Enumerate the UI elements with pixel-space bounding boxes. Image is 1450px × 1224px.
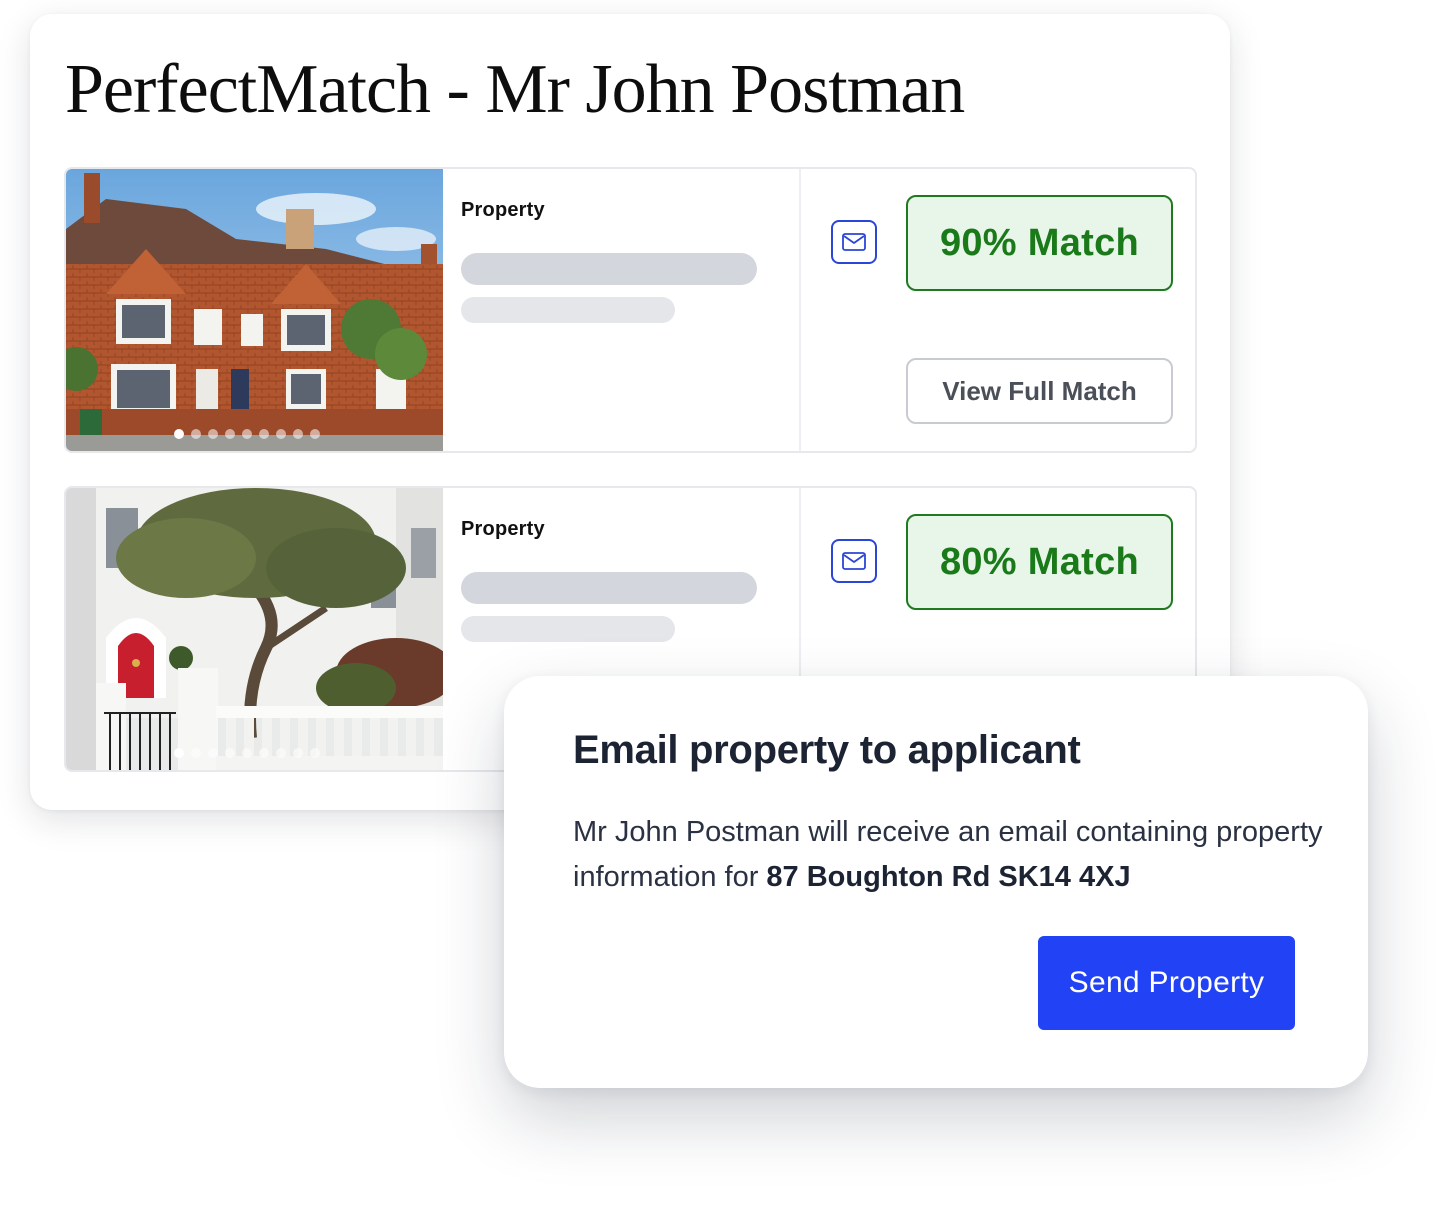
envelope-icon (842, 233, 866, 251)
property-address: 87 Boughton Rd SK14 4XJ (766, 861, 1131, 893)
carousel-dot[interactable] (293, 748, 303, 758)
email-property-dialog: Email property to applicant Mr John Post… (504, 676, 1368, 1088)
divider (799, 169, 801, 451)
carousel-dot[interactable] (242, 748, 252, 758)
skeleton-line (461, 616, 675, 642)
carousel-dot[interactable] (208, 748, 218, 758)
dialog-message: Mr John Postman will receive an email co… (573, 810, 1333, 900)
envelope-icon (842, 552, 866, 570)
carousel-dot[interactable] (225, 748, 235, 758)
carousel-dot[interactable] (242, 429, 252, 439)
carousel-dots[interactable] (174, 748, 320, 758)
send-property-button[interactable]: Send Property (1038, 936, 1295, 1030)
email-property-button[interactable] (831, 220, 877, 264)
match-badge: 80% Match (906, 514, 1173, 610)
carousel-dot[interactable] (259, 429, 269, 439)
property-card: Property 90% Match View Full Match (64, 167, 1197, 453)
carousel-dot[interactable] (310, 429, 320, 439)
carousel-dot[interactable] (208, 429, 218, 439)
view-full-match-button[interactable]: View Full Match (906, 358, 1173, 424)
carousel-dot[interactable] (174, 748, 184, 758)
skeleton-line (461, 297, 675, 323)
email-property-button[interactable] (831, 539, 877, 583)
carousel-dot[interactable] (191, 429, 201, 439)
property-label: Property (461, 199, 545, 221)
match-badge: 90% Match (906, 195, 1173, 291)
skeleton-line (461, 572, 757, 604)
skeleton-line (461, 253, 757, 285)
carousel-dot[interactable] (174, 429, 184, 439)
dialog-title: Email property to applicant (573, 728, 1081, 772)
carousel-dot[interactable] (310, 748, 320, 758)
carousel-dot[interactable] (191, 748, 201, 758)
property-info: Property (443, 169, 800, 451)
carousel-dot[interactable] (276, 748, 286, 758)
property-label: Property (461, 518, 545, 540)
carousel-dot[interactable] (276, 429, 286, 439)
carousel-dot[interactable] (225, 429, 235, 439)
property-photo[interactable] (66, 169, 443, 451)
property-photo[interactable] (66, 488, 443, 770)
carousel-dot[interactable] (293, 429, 303, 439)
carousel-dots[interactable] (174, 429, 320, 439)
page-title: PerfectMatch - Mr John Postman (65, 51, 965, 128)
carousel-dot[interactable] (259, 748, 269, 758)
